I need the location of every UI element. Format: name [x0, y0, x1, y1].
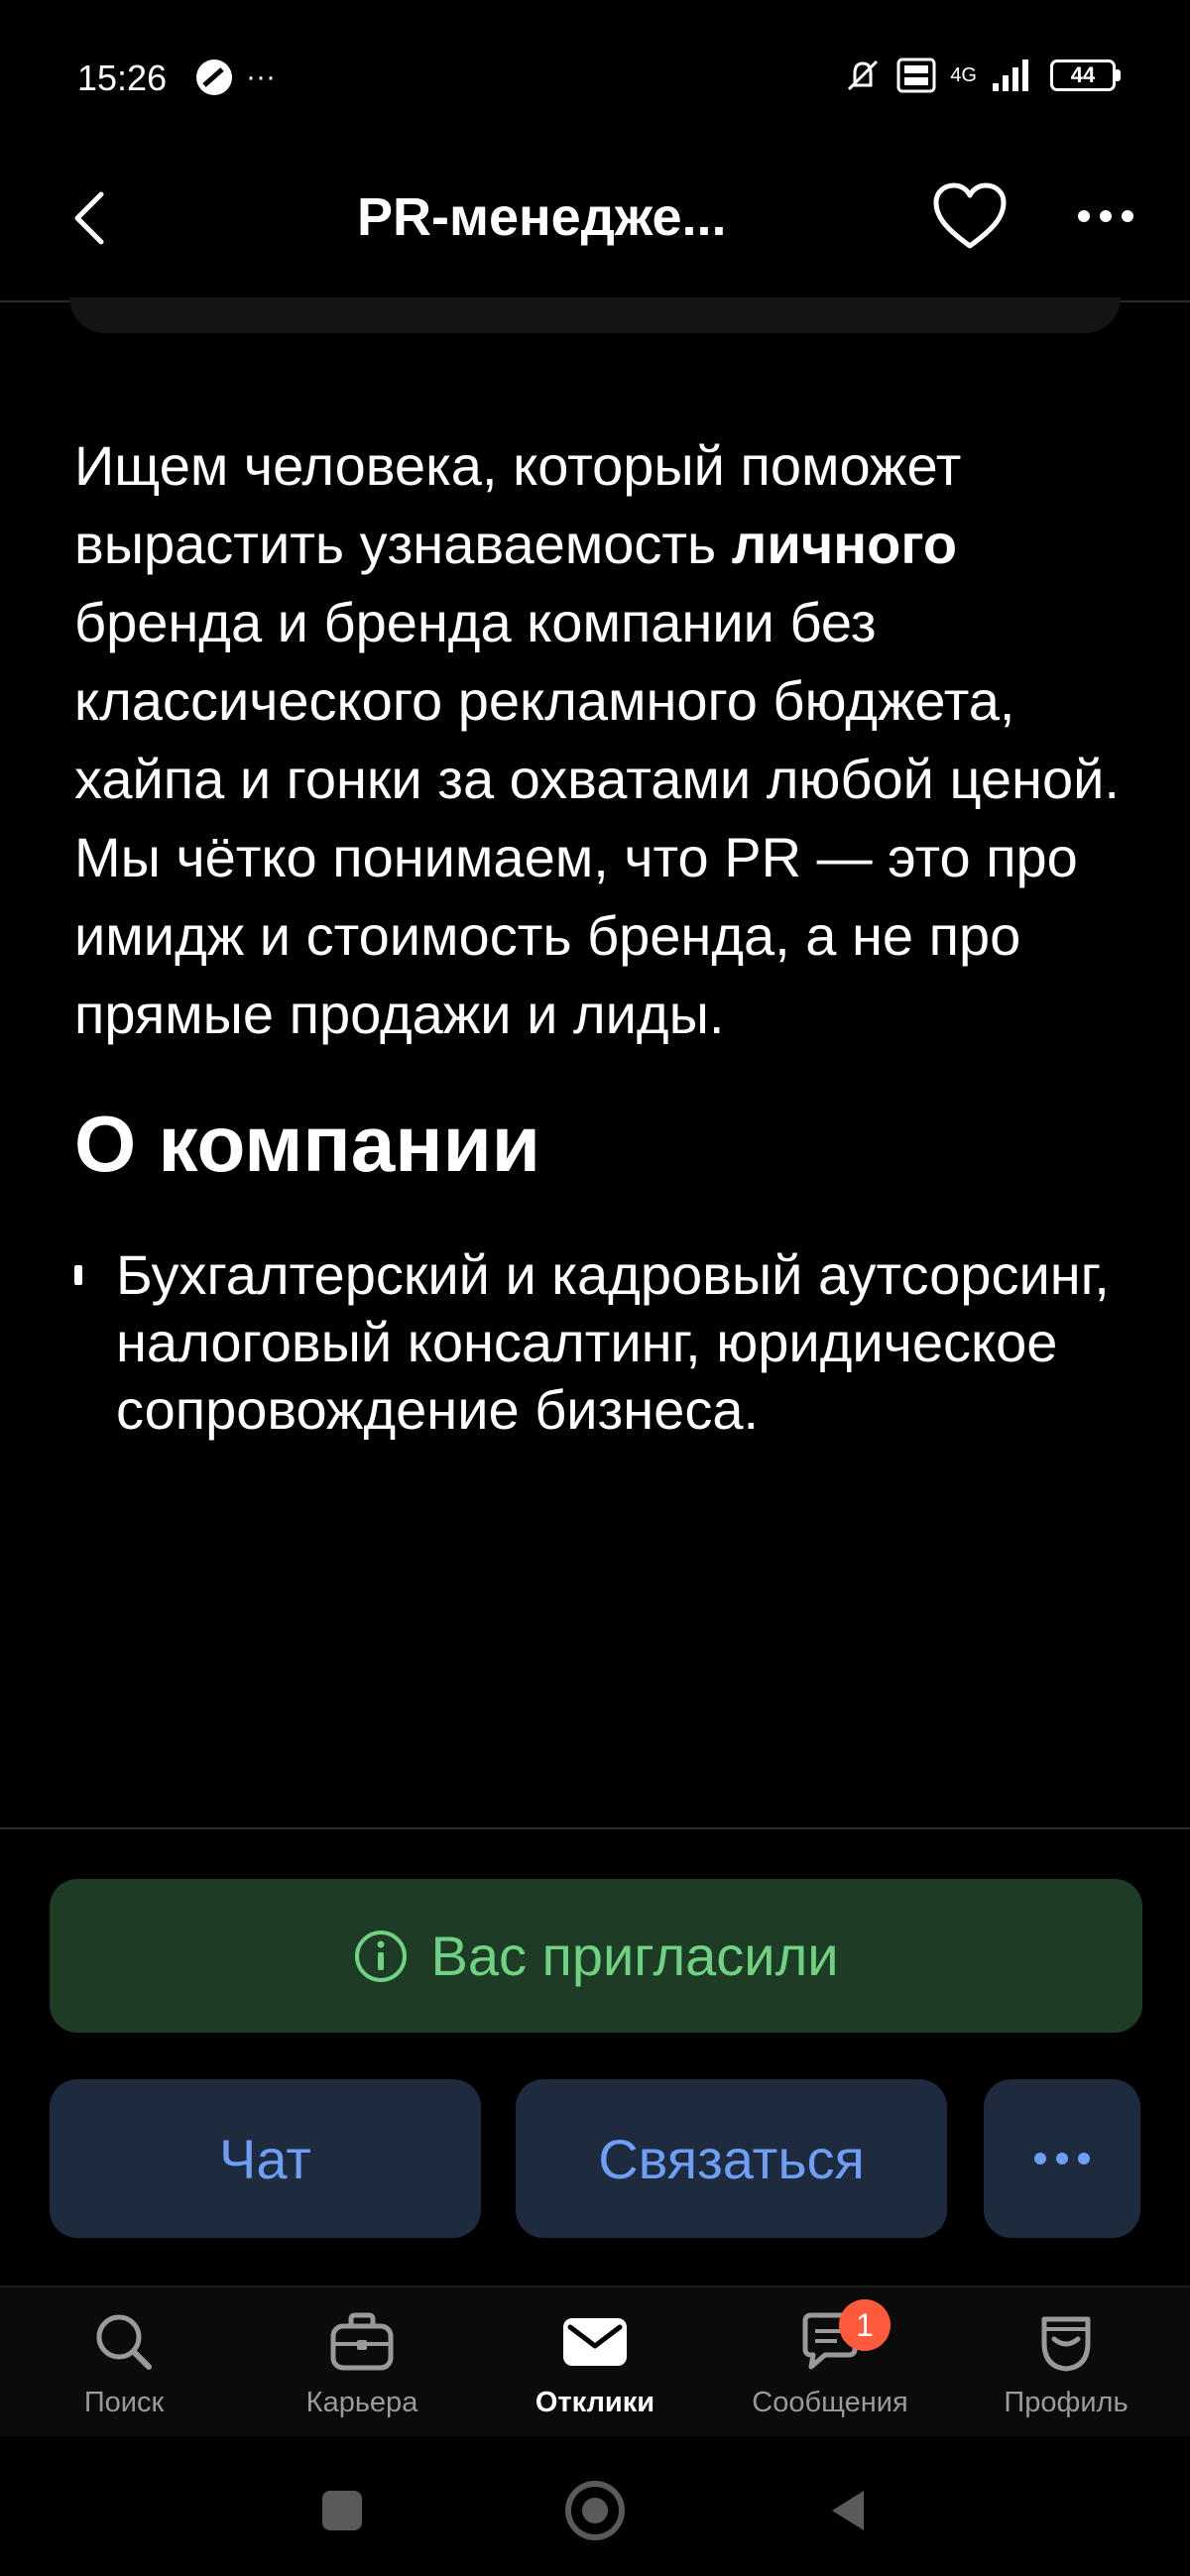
nav-label: Сообщения	[752, 2387, 908, 2418]
page-title: PR-менедже...	[357, 187, 727, 247]
contact-button-label: Связаться	[598, 2127, 865, 2190]
more-options-button[interactable]	[1061, 169, 1150, 264]
recents-button[interactable]	[302, 2471, 382, 2550]
vacancy-content: Ищем человека, который поможет вырастить…	[74, 426, 1145, 1444]
signal-icon	[993, 59, 1028, 91]
search-icon	[84, 2307, 164, 2377]
info-icon	[355, 1930, 408, 1982]
nav-item-messages[interactable]: 1 Сообщения	[716, 2287, 944, 2436]
back-button[interactable]	[55, 183, 124, 253]
vacancy-description: Ищем человека, который поможет вырастить…	[74, 426, 1145, 1053]
status-bar: 15:26 ··· 4G 44	[0, 0, 1190, 149]
status-right-icons: 4G 44	[843, 56, 1121, 95]
chat-button[interactable]: Чат	[50, 2079, 481, 2238]
status-time: 15:26	[77, 58, 168, 98]
more-actions-button[interactable]	[984, 2079, 1140, 2238]
bottom-navigation: Поиск Карьера Отклики 1 Сообщения Профил…	[0, 2285, 1190, 2436]
nav-item-career[interactable]: Карьера	[248, 2287, 476, 2436]
volte-icon	[896, 58, 936, 93]
battery-level: 44	[1070, 62, 1096, 87]
status-more: ···	[246, 60, 276, 93]
triangle-back-icon	[832, 2491, 864, 2530]
nav-label: Профиль	[1004, 2387, 1129, 2418]
status-left-icons: ···	[194, 58, 276, 97]
chevron-left-icon	[74, 191, 104, 245]
nav-item-profile[interactable]: Профиль	[952, 2287, 1180, 2436]
description-bold: личного	[731, 513, 958, 575]
nav-label: Поиск	[83, 2387, 165, 2418]
chat-button-label: Чат	[219, 2127, 311, 2190]
invited-banner: Вас пригласили	[50, 1879, 1142, 2033]
home-button[interactable]	[555, 2471, 635, 2550]
more-horizontal-icon	[1078, 210, 1133, 222]
scrolled-card-edge	[69, 297, 1121, 333]
mute-icon	[848, 59, 879, 91]
description-part: бренда и бренда компании без классическо…	[74, 591, 1120, 1045]
app-bar: PR-менедже...	[0, 149, 1190, 297]
nav-item-search[interactable]: Поиск	[10, 2287, 238, 2436]
nav-item-responses[interactable]: Отклики	[481, 2287, 709, 2436]
battery-icon: 44	[1050, 59, 1121, 91]
section-title-about-company: О компании	[74, 1100, 540, 1188]
unread-badge: 1	[839, 2299, 891, 2351]
back-system-button[interactable]	[808, 2471, 888, 2550]
list-item-text: Бухгалтерский и кадровый аутсорсинг, нал…	[116, 1243, 1110, 1441]
nav-label: Отклики	[535, 2387, 655, 2418]
system-navigation-bar	[0, 2436, 1190, 2576]
network-type: 4G	[950, 63, 977, 86]
circle-icon	[565, 2481, 625, 2540]
list-item: Бухгалтерский и кадровый аутсорсинг, нал…	[74, 1241, 1145, 1444]
app-notification-icon	[196, 59, 232, 95]
contact-button[interactable]: Связаться	[516, 2079, 947, 2238]
favorite-button[interactable]	[922, 169, 1017, 264]
invited-label: Вас пригласили	[430, 1925, 839, 1987]
envelope-icon	[555, 2307, 635, 2377]
bullet-marker	[74, 1265, 82, 1285]
square-icon	[322, 2491, 362, 2530]
content-divider	[0, 1827, 1190, 1829]
heart-icon	[933, 182, 1007, 249]
more-horizontal-icon	[1034, 2153, 1090, 2165]
briefcase-icon	[322, 2307, 402, 2377]
profile-icon	[1026, 2307, 1106, 2377]
nav-label: Карьера	[305, 2387, 418, 2418]
